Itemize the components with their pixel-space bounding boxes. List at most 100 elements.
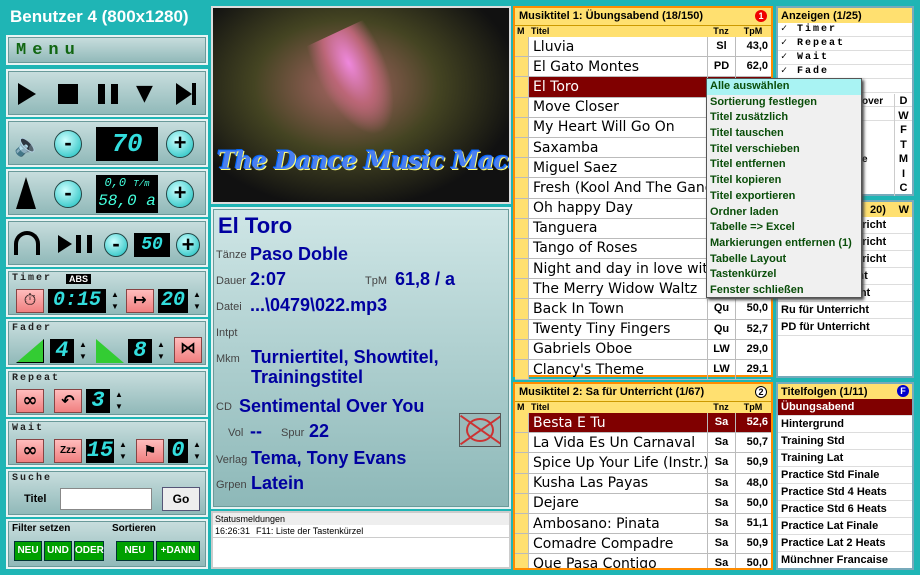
bell-spinner-icon[interactable]: ▲ ▼ [190, 439, 204, 463]
row-mark-cell[interactable] [515, 513, 529, 534]
table-row[interactable]: Comadre Compadre Sa 50,9 [515, 534, 771, 555]
speed-down-button[interactable]: - [104, 233, 128, 257]
context-menu-item[interactable]: Titel tauschen [707, 126, 861, 142]
sequence-item[interactable]: Münchner Francaise [778, 552, 912, 568]
title-search-input[interactable] [60, 488, 152, 510]
filter-new-button[interactable]: NEU [14, 541, 42, 561]
row-mark-cell[interactable] [515, 198, 529, 218]
menu-button[interactable]: Menu [6, 35, 208, 65]
row-mark-cell[interactable] [515, 158, 529, 178]
table-row[interactable]: Besta E Tu Sa 52,6 [515, 413, 771, 434]
row-mark-cell[interactable] [515, 413, 529, 433]
sort-new-button[interactable]: NEU [116, 541, 154, 561]
repeat-spinner-icon[interactable]: ▲ ▼ [112, 389, 126, 413]
list-item[interactable]: Ru für Unterricht [778, 302, 912, 319]
sequence-item[interactable]: Practice Std 6 Heats [778, 501, 912, 518]
table-row[interactable]: Back In Town Qu 50,0 [515, 299, 771, 320]
filter-or-button[interactable]: ODER [74, 541, 104, 561]
context-menu-item[interactable]: Titel entfernen [707, 157, 861, 173]
context-menu-item[interactable]: Tastenkürzel [707, 267, 861, 283]
volume-up-button[interactable]: + [166, 130, 194, 158]
list1-col-titel[interactable]: Titel [529, 26, 707, 37]
context-menu-item[interactable]: Fenster schließen [707, 283, 861, 299]
sequence-item[interactable]: Übungsabend [778, 399, 912, 416]
row-mark-cell[interactable] [515, 238, 529, 259]
table-row[interactable]: Gabriels Oboe LW 29,0 [515, 339, 771, 360]
display-option-item[interactable]: ✓ Wait [778, 51, 912, 65]
row-mark-cell[interactable] [515, 299, 529, 319]
table-row[interactable]: Clancy's Theme LW 29,1 [515, 360, 771, 381]
no-cover-icon[interactable] [459, 413, 501, 447]
row-mark-cell[interactable] [515, 473, 529, 493]
list1-col-tnz[interactable]: Tnz [707, 26, 735, 37]
fade-in-spinner-icon[interactable]: ▲ ▼ [76, 339, 90, 363]
row-mark-cell[interactable] [515, 178, 529, 198]
sequence-item[interactable]: Training Std [778, 433, 912, 450]
context-menu-item[interactable]: Titel kopieren [707, 173, 861, 189]
context-menu-item[interactable]: Alle auswählen [707, 79, 861, 95]
context-menu-item[interactable]: Tabelle Layout [707, 252, 861, 268]
next-icon[interactable] [176, 83, 192, 105]
row-mark-cell[interactable] [515, 433, 529, 453]
bell-icon[interactable]: ⚑ [136, 439, 164, 463]
table-row[interactable]: La Vida Es Un Carnaval Sa 50,7 [515, 433, 771, 454]
list2-col-titel[interactable]: Titel [529, 402, 707, 413]
volume-down-button[interactable]: - [54, 130, 82, 158]
context-menu-item[interactable]: Markierungen entfernen (1) [707, 236, 861, 252]
timer-spinner-icon[interactable]: ▲ ▼ [108, 289, 122, 313]
filter-and-button[interactable]: UND [44, 541, 72, 561]
row-mark-cell[interactable] [515, 534, 529, 554]
fade-out-icon[interactable]: ▼ [136, 83, 156, 105]
sequence-item[interactable]: Training Lat [778, 450, 912, 467]
context-menu-item[interactable]: Titel zusätzlich [707, 110, 861, 126]
tempo-down-button[interactable]: - [54, 180, 82, 208]
infinity-icon[interactable]: ∞ [16, 389, 44, 413]
table-row[interactable]: El Gato Montes PD 62,0 [515, 57, 771, 78]
list2-col-tnz[interactable]: Tnz [707, 402, 735, 413]
row-mark-cell[interactable] [515, 319, 529, 339]
sequence-item[interactable]: Practice Lat Finale [778, 518, 912, 535]
list1-col-m[interactable]: M [515, 26, 529, 37]
play-pause-icon[interactable] [58, 235, 72, 253]
fade-out-ramp-icon[interactable] [96, 339, 124, 363]
list2-col-m[interactable]: M [515, 402, 529, 413]
table-row[interactable]: Lluvia Sl 43,0 [515, 37, 771, 58]
display-option-item[interactable]: ✓ Fade [778, 65, 912, 79]
table-row[interactable]: Dejare Sa 50,0 [515, 493, 771, 514]
row-mark-cell[interactable] [515, 493, 529, 513]
sequence-item[interactable]: Practice Std 4 Heats [778, 484, 912, 501]
tempo-up-button[interactable]: + [166, 180, 194, 208]
end-arrow-icon[interactable]: ↦ [126, 289, 154, 313]
table-row[interactable]: Que Pasa Contigo Sa 50,0 [515, 554, 771, 568]
row-mark-cell[interactable] [515, 259, 529, 279]
table-row[interactable]: Spice Up Your Life (Instr.) Sa 50,9 [515, 453, 771, 474]
table-row[interactable]: Kusha Las Payas Sa 48,0 [515, 473, 771, 494]
context-menu-item[interactable]: Sortierung festlegen [707, 95, 861, 111]
speed-up-button[interactable]: + [176, 233, 200, 257]
row-mark-cell[interactable] [515, 218, 529, 238]
stop-icon[interactable] [58, 84, 78, 104]
abs-badge[interactable]: ABS [66, 274, 92, 284]
list2-col-tpm[interactable]: TpM [735, 402, 771, 413]
pause-icon[interactable] [98, 84, 118, 104]
row-mark-cell[interactable] [515, 453, 529, 473]
list1-col-tpm[interactable]: TpM [735, 26, 771, 37]
fade-in-icon[interactable] [16, 339, 44, 363]
wait-infinity-icon[interactable]: ∞ [16, 439, 44, 463]
row-mark-cell[interactable] [515, 279, 529, 299]
display-option-item[interactable]: ✓ Repeat [778, 37, 912, 51]
crossfade-icon[interactable]: ⋈ [174, 337, 202, 363]
row-mark-cell[interactable] [515, 57, 529, 77]
repeat-back-icon[interactable]: ↶ [54, 389, 82, 413]
row-mark-cell[interactable] [515, 339, 529, 359]
table-row[interactable]: Ambosano: Pinata Sa 51,1 [515, 513, 771, 535]
table-row[interactable]: Twenty Tiny Fingers Qu 52,7 [515, 319, 771, 340]
sequence-item[interactable]: Practice Lat 2 Heats [778, 535, 912, 552]
row-mark-cell[interactable] [515, 97, 529, 117]
row-mark-cell[interactable] [515, 77, 529, 97]
go-button[interactable]: Go [162, 487, 200, 511]
row-mark-cell[interactable] [515, 137, 529, 158]
display-option-item[interactable]: ✓ Timer [778, 23, 912, 37]
stopwatch-icon[interactable]: ⏱ [16, 289, 44, 313]
row-mark-cell[interactable] [515, 117, 529, 137]
